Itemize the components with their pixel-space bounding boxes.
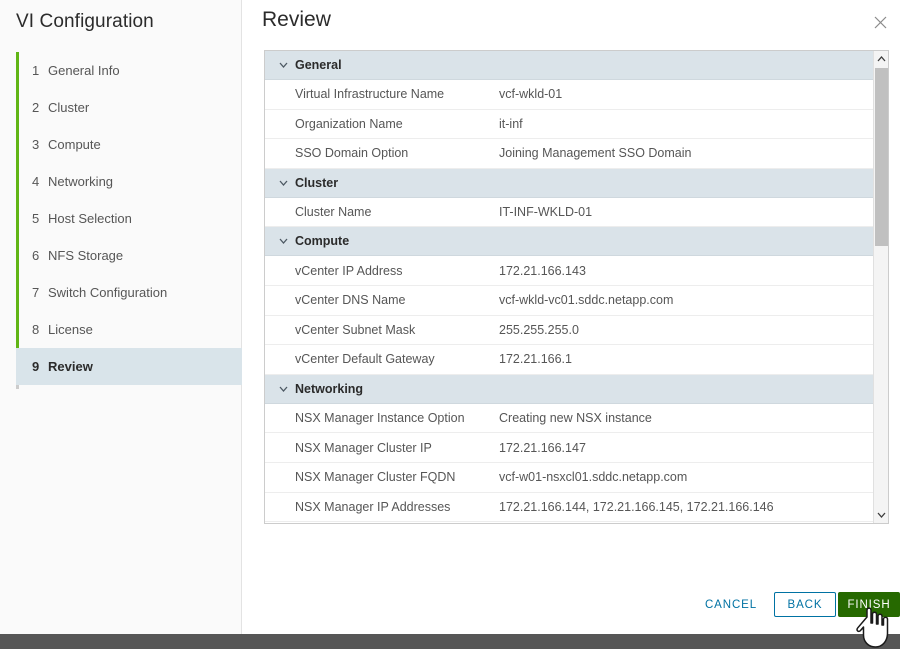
table-row: vCenter Subnet Mask255.255.255.0	[265, 316, 873, 346]
step-label: Networking	[48, 174, 113, 189]
chevron-down-icon	[279, 62, 295, 68]
row-label: Organization Name	[265, 117, 499, 131]
table-row: NSX Manager IP Addresses172.21.166.144, …	[265, 493, 873, 523]
step-label: Cluster	[48, 100, 89, 115]
row-value: vcf-wkld-01	[499, 87, 562, 101]
row-value: 172.21.166.144, 172.21.166.145, 172.21.1…	[499, 500, 774, 514]
step-number: 1	[32, 63, 48, 78]
table-row: vCenter IP Address172.21.166.143	[265, 256, 873, 286]
step-number: 4	[32, 174, 48, 189]
row-label: NSX Manager Cluster FQDN	[265, 470, 499, 484]
table-row: Cluster NameIT-INF-WKLD-01	[265, 198, 873, 228]
step-label: Switch Configuration	[48, 285, 167, 300]
chevron-down-icon[interactable]	[874, 507, 888, 523]
table-row: vCenter DNS Namevcf-wkld-vc01.sddc.netap…	[265, 286, 873, 316]
step-number: 3	[32, 137, 48, 152]
row-label: vCenter IP Address	[265, 264, 499, 278]
table-row: Virtual Infrastructure Namevcf-wkld-01	[265, 80, 873, 110]
section-title: General	[295, 58, 342, 72]
step-number: 7	[32, 285, 48, 300]
row-value: IT-INF-WKLD-01	[499, 205, 592, 219]
sidebar-item-host-selection[interactable]: 5Host Selection	[16, 200, 242, 237]
step-number: 8	[32, 322, 48, 337]
wizard-step-list: 1General Info2Cluster3Compute4Networking…	[16, 52, 242, 385]
step-number: 6	[32, 248, 48, 263]
vi-configuration-wizard-dialog: VI Configuration 1General Info2Cluster3C…	[0, 0, 900, 649]
row-value: it-inf	[499, 117, 523, 131]
sidebar-item-compute[interactable]: 3Compute	[16, 126, 242, 163]
row-value: 255.255.255.0	[499, 323, 579, 337]
chevron-up-icon[interactable]	[874, 51, 888, 67]
review-content-panel: Review General Virtual Infrastructure Nam…	[243, 0, 900, 634]
step-number: 9	[32, 359, 48, 374]
table-row: NSX Manager Instance OptionCreating new …	[265, 404, 873, 434]
chevron-down-icon	[279, 386, 295, 392]
sidebar-item-switch-configuration[interactable]: 7Switch Configuration	[16, 274, 242, 311]
row-label: Virtual Infrastructure Name	[265, 87, 499, 101]
section-title: Compute	[295, 234, 349, 248]
section-title: Networking	[295, 382, 363, 396]
row-label: NSX Manager Cluster IP	[265, 441, 499, 455]
chevron-down-icon	[279, 238, 295, 244]
step-label: Compute	[48, 137, 101, 152]
sidebar-item-networking[interactable]: 4Networking	[16, 163, 242, 200]
row-value: 172.21.166.1	[499, 352, 572, 366]
row-value: Joining Management SSO Domain	[499, 146, 691, 160]
row-label: SSO Domain Option	[265, 146, 499, 160]
table-row: vCenter Default Gateway172.21.166.1	[265, 345, 873, 375]
sidebar-item-review[interactable]: 9Review	[16, 348, 242, 385]
vertical-scrollbar[interactable]	[873, 51, 888, 523]
sidebar-item-license[interactable]: 8License	[16, 311, 242, 348]
window-bottom-bar	[0, 634, 900, 649]
table-row: NSX Manager Cluster IP172.21.166.147	[265, 433, 873, 463]
section-header-general[interactable]: General	[265, 51, 873, 80]
step-label: Review	[48, 359, 93, 374]
close-icon[interactable]	[868, 10, 892, 34]
step-label: Host Selection	[48, 211, 132, 226]
row-label: vCenter Subnet Mask	[265, 323, 499, 337]
row-value: vcf-w01-nsxcl01.sddc.netapp.com	[499, 470, 687, 484]
table-row: Organization Nameit-inf	[265, 110, 873, 140]
section-header-networking[interactable]: Networking	[265, 375, 873, 404]
sidebar-item-nfs-storage[interactable]: 6NFS Storage	[16, 237, 242, 274]
step-number: 5	[32, 211, 48, 226]
review-scroll-viewport: GeneralVirtual Infrastructure Namevcf-wk…	[265, 51, 873, 523]
sidebar-item-general-info[interactable]: 1General Info	[16, 52, 242, 89]
section-header-cluster[interactable]: Cluster	[265, 169, 873, 198]
section-header-compute[interactable]: Compute	[265, 227, 873, 256]
row-value: vcf-wkld-vc01.sddc.netapp.com	[499, 293, 673, 307]
row-label: NSX Manager Instance Option	[265, 411, 499, 425]
step-label: NFS Storage	[48, 248, 123, 263]
row-label: NSX Manager IP Addresses	[265, 500, 499, 514]
wizard-step-panel: VI Configuration 1General Info2Cluster3C…	[0, 0, 242, 634]
back-button[interactable]: BACK	[774, 592, 836, 617]
sidebar-item-cluster[interactable]: 2Cluster	[16, 89, 242, 126]
chevron-down-icon	[279, 180, 295, 186]
dialog-footer: CANCEL BACK FINISH	[243, 584, 900, 634]
row-label: Cluster Name	[265, 205, 499, 219]
cancel-button[interactable]: CANCEL	[699, 592, 763, 617]
table-row: NSX Manager Cluster FQDNvcf-w01-nsxcl01.…	[265, 463, 873, 493]
row-label: vCenter DNS Name	[265, 293, 499, 307]
row-value: 172.21.166.143	[499, 264, 586, 278]
step-label: General Info	[48, 63, 120, 78]
finish-button[interactable]: FINISH	[838, 592, 900, 617]
step-label: License	[48, 322, 93, 337]
step-number: 2	[32, 100, 48, 115]
row-value: Creating new NSX instance	[499, 411, 652, 425]
content-title: Review	[262, 8, 331, 32]
row-label: vCenter Default Gateway	[265, 352, 499, 366]
page-title: VI Configuration	[16, 11, 154, 33]
section-title: Cluster	[295, 176, 338, 190]
row-value: 172.21.166.147	[499, 441, 586, 455]
scrollbar-thumb[interactable]	[875, 68, 888, 246]
table-row: SSO Domain OptionJoining Management SSO …	[265, 139, 873, 169]
review-summary-table: GeneralVirtual Infrastructure Namevcf-wk…	[264, 50, 889, 524]
